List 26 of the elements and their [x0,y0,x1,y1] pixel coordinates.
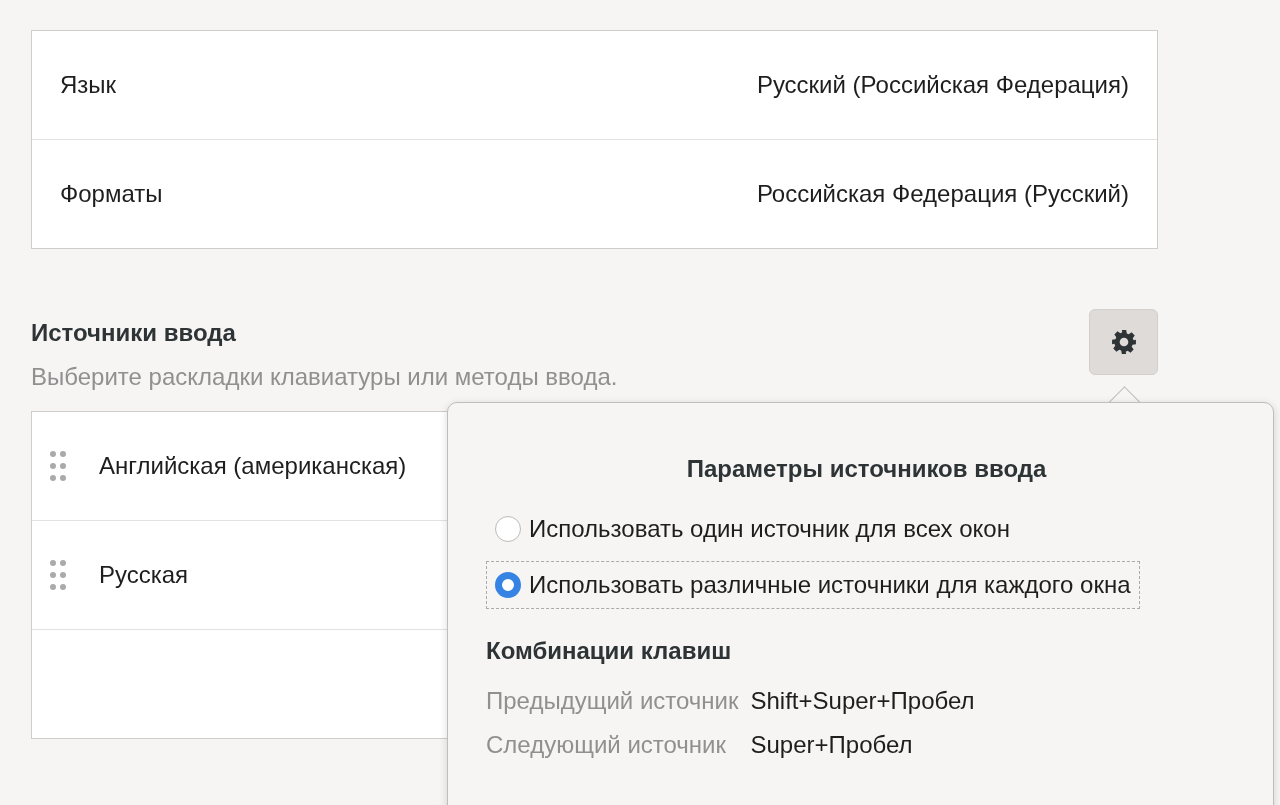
radio-icon[interactable] [495,572,521,598]
drag-handle-icon[interactable] [49,450,67,482]
input-source-name: Русская [99,561,189,589]
radio-label: Использовать один источник для всех окон [529,515,1010,543]
radio-option[interactable]: Использовать различные источники для каждого окна [486,561,1140,609]
row-label: Язык [60,71,117,99]
shortcut-keys: Shift+Super+Пробел [750,687,975,715]
section-title: Источники ввода [31,319,237,347]
drag-handle-icon[interactable] [49,559,67,591]
row-value: Российская Федерация (Русский) [756,180,1129,208]
settings-button[interactable] [1089,309,1158,375]
row-label: Форматы [60,180,163,208]
radio-icon[interactable] [495,516,521,542]
section-subtitle: Выберите раскладки клавиатуры или методы ввода. [31,363,618,391]
radio-option[interactable]: Использовать один источник для всех окон [486,505,1019,553]
shortcut-keys: Super+Пробел [750,731,975,759]
radio-label: Использовать различные источники для каждого окна [529,571,1131,599]
input-source-name: Английская (американская) [99,452,407,480]
settings-icon [1110,329,1137,355]
settings-row[interactable]: Форматы Российская Федерация (Русский) [32,140,1157,248]
shortcuts-title: Комбинации клавиш [486,637,733,665]
row-value: Русский (Российская Федерация) [756,71,1129,99]
popover-title: Параметры источников ввода [685,455,1048,483]
shortcut-label: Предыдущий источник [486,687,739,715]
shortcut-label: Следующий источник [486,731,727,759]
settings-row[interactable]: Язык Русский (Российская Федерация) [32,31,1157,140]
